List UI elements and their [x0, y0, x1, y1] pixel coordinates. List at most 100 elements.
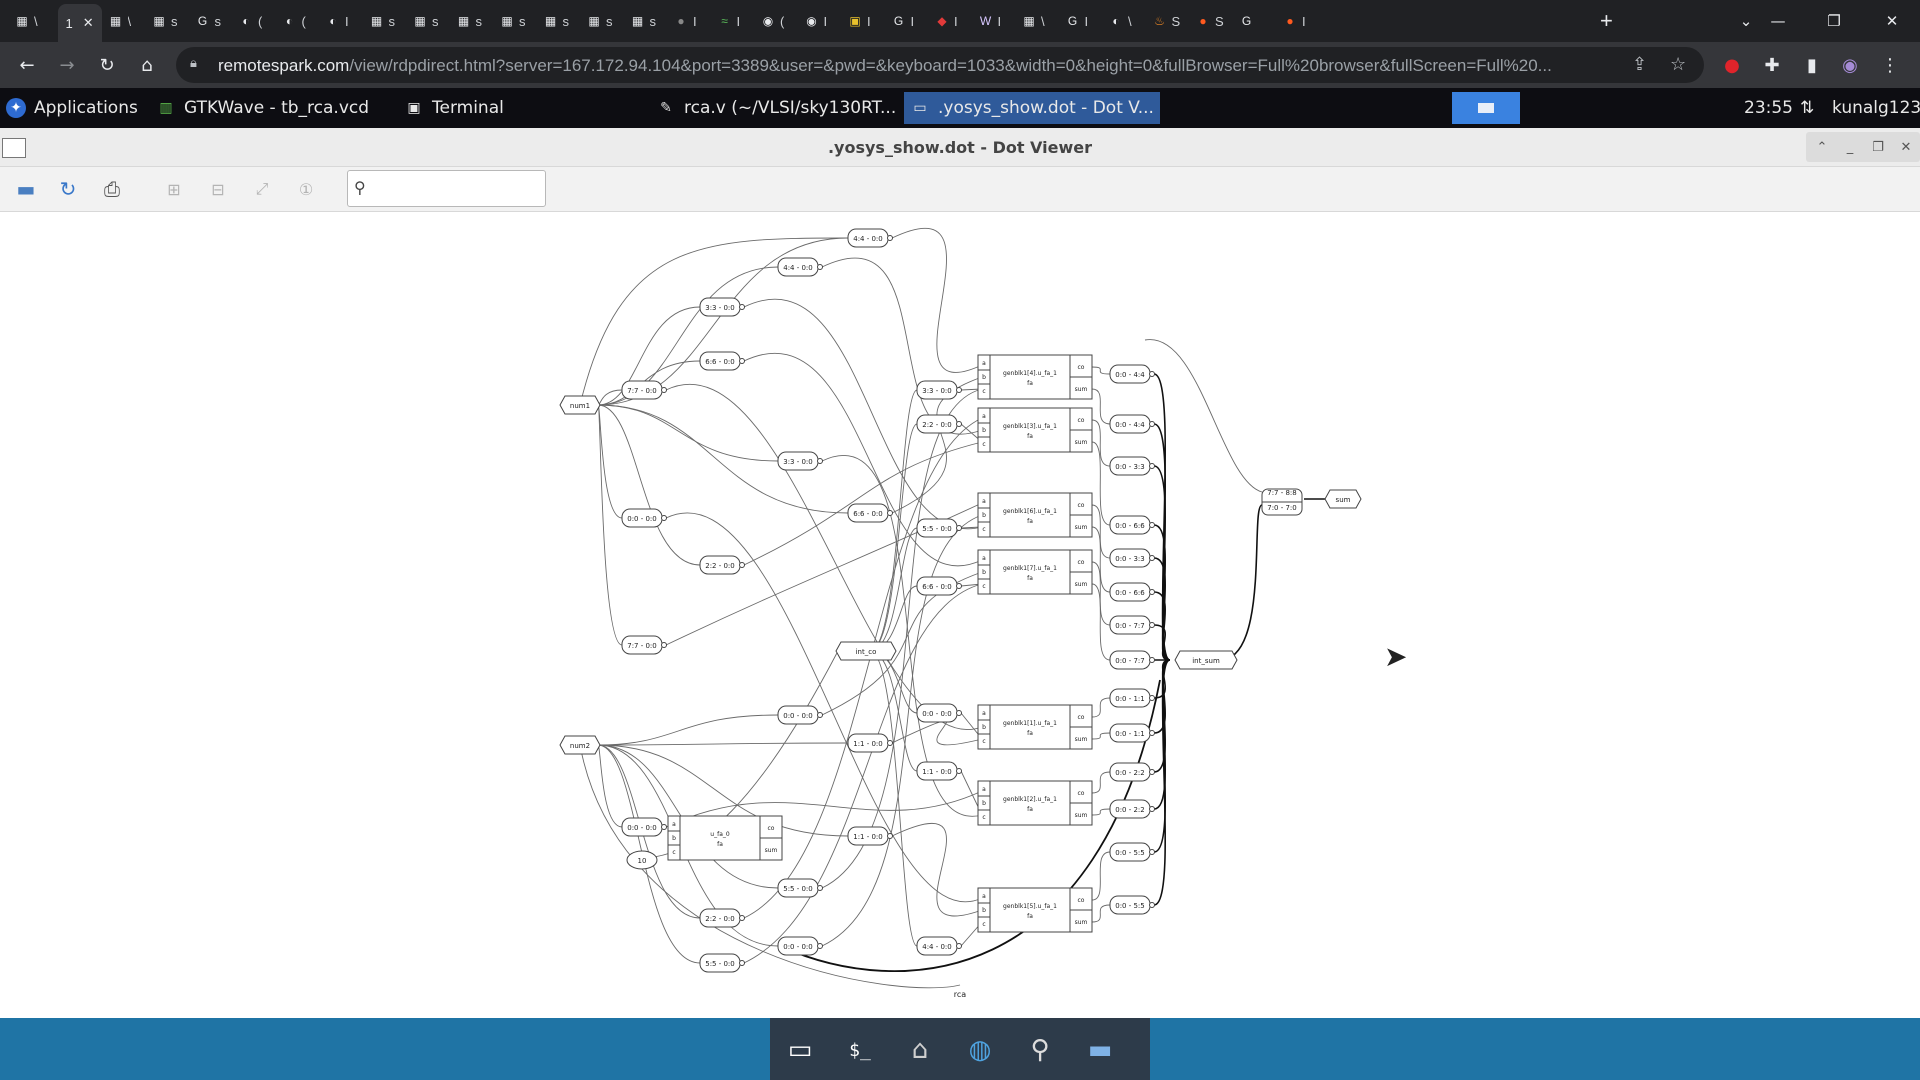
web-browser-icon[interactable]: ◍ [956, 1028, 1004, 1072]
browser-tab[interactable]: ● I [1282, 8, 1305, 34]
task-dot-viewer[interactable]: ▭ .yosys_show.dot - Dot V... [904, 92, 1160, 124]
github-icon: ◉ [806, 14, 817, 28]
browser-tab[interactable]: ◉ I [804, 8, 827, 34]
home-icon[interactable]: ⌂ [134, 52, 160, 78]
open-folder-icon[interactable]: ▬ [10, 173, 42, 205]
doc-icon: ▦ [153, 14, 165, 28]
tab-close-icon[interactable]: ✕ [83, 15, 94, 31]
reddit-icon: ● [1199, 14, 1207, 28]
url-text[interactable]: remotespark.com/view/rdpdirect.html?serv… [218, 56, 1618, 76]
slice-label: 0:0 - 1:1 [1115, 695, 1145, 703]
browser-tab[interactable]: ▦ \ [108, 8, 131, 34]
files-icon[interactable]: ▬ [1076, 1028, 1124, 1072]
browser-tab[interactable]: ◐( [238, 8, 262, 34]
browser-tab[interactable]: ♨ S [1152, 8, 1180, 34]
reload-icon[interactable]: ↻ [94, 52, 120, 78]
minimize-icon[interactable]: _ [1838, 136, 1862, 158]
restore-icon[interactable]: ❐ [1806, 0, 1862, 42]
browser-tab[interactable]: ▦ s [456, 8, 482, 34]
doc-icon: ▦ [109, 14, 122, 28]
slice-label: 0:0 - 0:0 [627, 515, 657, 523]
browser-tab[interactable]: ▦ s [412, 8, 438, 34]
workspace-switcher[interactable] [1452, 92, 1520, 124]
browser-tab[interactable]: Gs [195, 8, 221, 34]
extensions-puzzle-icon[interactable]: ✚ [1760, 53, 1784, 77]
globe-icon: ◐ [329, 14, 337, 28]
slice-label: 4:4 - 0:0 [922, 943, 952, 951]
zoom-100-icon[interactable]: ① [290, 173, 322, 205]
browser-tab[interactable]: G [1239, 8, 1259, 34]
close-icon[interactable]: ✕ [1894, 136, 1918, 158]
maximize-icon[interactable]: ❐ [1866, 136, 1890, 158]
browser-tab[interactable]: ● S [1195, 8, 1223, 34]
doc-icon: ▦ [544, 14, 557, 28]
concat-label: 7:0 - 7:0 [1267, 504, 1297, 512]
tab-title: I [736, 13, 741, 29]
browser-tab[interactable]: ▦ s [369, 8, 395, 34]
browser-menu-icon[interactable]: ⋮ [1878, 53, 1902, 77]
browser-tab[interactable]: ▦ s [586, 8, 612, 34]
network-icon[interactable]: ⇅ [1800, 88, 1814, 128]
zoom-out-icon[interactable]: ⊟ [202, 173, 234, 205]
google-icon: G [893, 14, 904, 28]
share-icon[interactable]: ⇪ [1632, 54, 1647, 75]
window-shade-icon[interactable]: ⌃ [1810, 136, 1834, 158]
cell-port-label: co [1078, 714, 1085, 721]
slice-label: 2:2 - 0:0 [705, 915, 735, 923]
browser-tab[interactable]: 1 ✕ [57, 4, 102, 42]
browser-tab[interactable]: ▦ s [630, 8, 656, 34]
browser-tab[interactable]: ▦ s [543, 8, 569, 34]
browser-tab[interactable]: ◐( [282, 8, 306, 34]
minimize-icon[interactable]: — [1750, 0, 1806, 42]
browser-tab[interactable]: ▦ \ [1021, 8, 1044, 34]
browser-tab[interactable]: ▦ s [499, 8, 525, 34]
cell-port-label: co [1078, 417, 1085, 424]
cell-name-label: genblk1[6].u_fa_1 [1003, 508, 1057, 515]
side-panel-icon[interactable]: ▮ [1800, 53, 1824, 77]
cell-port-label: a [982, 498, 986, 505]
browser-tab[interactable]: ◐ I [325, 8, 348, 34]
browser-tab[interactable]: ◆ I [934, 8, 957, 34]
user-menu[interactable]: kunalg123 [1832, 88, 1920, 128]
cell-type-label: fa [1027, 730, 1033, 737]
search-input[interactable]: ⚲ [347, 170, 546, 207]
browser-tab[interactable]: ◐ \ [1108, 8, 1131, 34]
zoom-in-icon[interactable]: ⊞ [158, 173, 190, 205]
bookmark-star-icon[interactable]: ☆ [1670, 54, 1686, 75]
browser-tab[interactable]: ≈ I [717, 8, 741, 34]
task-terminal[interactable]: ▣ Terminal [404, 88, 503, 128]
reload-icon[interactable]: ↻ [52, 173, 84, 205]
browser-tab[interactable]: ● I [673, 8, 696, 34]
zoom-fit-icon[interactable]: ⤢ [246, 173, 278, 205]
clock[interactable]: 23:55 [1744, 88, 1793, 128]
wire [597, 404, 779, 462]
profile-avatar-icon[interactable]: ◉ [1838, 53, 1862, 77]
browser-tab[interactable]: ▦ \ [14, 8, 37, 34]
graph-canvas[interactable]: num1 num2 sum int_co int_sum 10 4:4 - 0:0 4:4 -… [0, 212, 1920, 1018]
task-gtkwave[interactable]: ▥ GTKWave - tb_rca.vcd [156, 88, 369, 128]
slice-label: 0:0 - 6:6 [1115, 522, 1145, 530]
forward-icon[interactable]: → [54, 52, 80, 78]
browser-tab[interactable]: ▦ s [151, 8, 177, 34]
cell-port-label: a [982, 893, 986, 900]
browser-tab[interactable]: ◉( [760, 8, 785, 34]
browser-tab[interactable]: ▣ I [847, 8, 870, 34]
new-tab-icon[interactable]: + [1600, 8, 1613, 34]
browser-tab[interactable]: WI [978, 8, 1001, 34]
terminal-dock-icon[interactable]: $_ [836, 1028, 884, 1072]
browser-tab[interactable]: GI [1065, 8, 1088, 34]
task-editor[interactable]: ✎ rca.v (~/VLSI/sky130RT... [656, 88, 896, 128]
extension-red-icon[interactable]: ● [1720, 53, 1744, 77]
home-folder-icon[interactable]: ⌂ [896, 1028, 944, 1072]
wire [891, 227, 983, 373]
show-desktop-icon[interactable]: ▭ [776, 1028, 824, 1072]
wire [1144, 339, 1263, 493]
close-icon[interactable]: ✕ [1864, 0, 1920, 42]
back-icon[interactable]: ← [14, 52, 40, 78]
window-title: .yosys_show.dot - Dot Viewer [827, 138, 1093, 157]
address-bar[interactable]: 🔒︎ remotespark.com/view/rdpdirect.html?s… [176, 47, 1704, 83]
applications-menu[interactable]: ✦ Applications [6, 88, 138, 128]
print-icon[interactable]: ⎙ [96, 173, 128, 205]
browser-tab[interactable]: GI [891, 8, 914, 34]
search-app-icon[interactable]: ⚲ [1016, 1028, 1064, 1072]
